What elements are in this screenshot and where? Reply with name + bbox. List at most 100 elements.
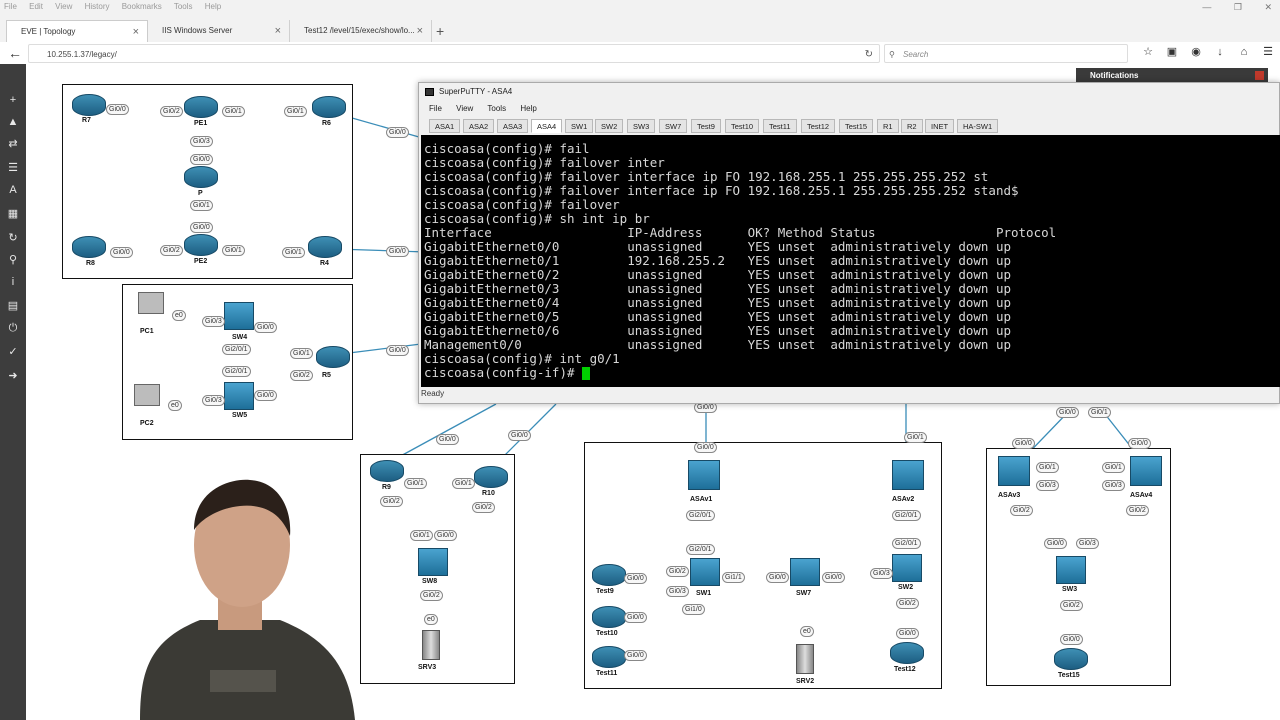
putty-menu-tools[interactable]: Tools <box>487 104 506 113</box>
device-label: SRV3 <box>418 664 437 671</box>
router-icon[interactable] <box>592 646 626 668</box>
port-label: Gi0/3 <box>1076 538 1099 549</box>
close-icon[interactable]: × <box>133 21 139 43</box>
putty-tab-ha-sw1[interactable]: HA-SW1 <box>957 119 999 133</box>
firewall-icon[interactable] <box>998 456 1030 486</box>
firewall-icon[interactable] <box>892 460 924 490</box>
router-icon[interactable] <box>184 234 218 256</box>
router-icon[interactable] <box>184 166 218 188</box>
home-icon[interactable]: ⌂ <box>1232 46 1256 58</box>
router-icon[interactable] <box>308 236 342 258</box>
router-icon[interactable] <box>316 346 350 368</box>
putty-title-bar[interactable]: SuperPuTTY - ASA4 <box>419 83 1280 101</box>
router-icon[interactable] <box>72 94 106 116</box>
server-icon[interactable] <box>422 630 440 660</box>
add-icon[interactable]: + <box>5 92 21 108</box>
reload-icon[interactable]: ↻ <box>865 45 873 64</box>
close-icon[interactable]: × <box>275 20 281 42</box>
switch-icon[interactable] <box>790 558 820 586</box>
putty-tab-test12[interactable]: Test12 <box>801 119 836 133</box>
router-icon[interactable] <box>592 564 626 586</box>
pc-icon[interactable] <box>134 384 160 406</box>
putty-tab-r2[interactable]: R2 <box>901 119 923 133</box>
menu-file[interactable]: File <box>4 2 17 11</box>
url-bar[interactable]: 10.255.1.37/legacy/ ↻ <box>28 44 880 63</box>
star-icon[interactable]: ☆ <box>1136 45 1160 58</box>
putty-tab-inet[interactable]: INET <box>925 119 955 133</box>
download-icon[interactable]: ↓ <box>1208 46 1232 58</box>
menu-tools[interactable]: Tools <box>174 2 193 11</box>
putty-tab-sw2[interactable]: SW2 <box>595 119 624 133</box>
router-icon[interactable] <box>592 606 626 628</box>
menu-view[interactable]: View <box>55 2 72 11</box>
switch-icon[interactable] <box>224 382 254 410</box>
putty-tab-asa2[interactable]: ASA2 <box>463 119 495 133</box>
tab-iis-windows-server[interactable]: IIS Windows Server × <box>148 20 290 42</box>
document-icon[interactable]: ▤ <box>5 298 21 314</box>
library-icon[interactable]: ▣ <box>1160 45 1184 58</box>
minimize-icon[interactable]: — <box>1202 2 1211 12</box>
back-arrow-icon[interactable]: ← <box>8 45 24 61</box>
putty-tab-asa1[interactable]: ASA1 <box>429 119 461 133</box>
nodes-icon[interactable]: ▲ <box>5 114 21 130</box>
networks-icon[interactable]: ⇄ <box>5 136 21 152</box>
putty-tab-sw3[interactable]: SW3 <box>627 119 656 133</box>
superputty-window[interactable]: SuperPuTTY - ASA4 File View Tools Help A… <box>418 82 1280 404</box>
firewall-icon[interactable] <box>688 460 720 490</box>
putty-tab-test9[interactable]: Test9 <box>691 119 721 133</box>
close-window-icon[interactable]: ✕ <box>1264 2 1272 12</box>
text-icon[interactable]: A <box>5 182 21 198</box>
putty-tab-sw1[interactable]: SW1 <box>565 119 594 133</box>
device-label: SW8 <box>422 578 438 585</box>
zoom-icon[interactable]: ⚲ <box>5 252 21 268</box>
router-icon[interactable] <box>1054 648 1088 670</box>
putty-tab-test10[interactable]: Test10 <box>725 119 760 133</box>
router-icon[interactable] <box>72 236 106 258</box>
putty-tab-r1[interactable]: R1 <box>877 119 899 133</box>
putty-menu-help[interactable]: Help <box>520 104 536 113</box>
pocket-icon[interactable]: ◉ <box>1184 45 1208 58</box>
tab-test12[interactable]: Test12 /level/15/exec/show/lo... × <box>290 20 432 42</box>
list-icon[interactable]: ☰ <box>5 160 21 176</box>
pc-icon[interactable] <box>138 292 164 314</box>
menu-help[interactable]: Help <box>205 2 221 11</box>
putty-tab-asa3[interactable]: ASA3 <box>497 119 529 133</box>
menu-bookmarks[interactable]: Bookmarks <box>122 2 162 11</box>
switch-icon[interactable] <box>1056 556 1086 584</box>
grid-icon[interactable]: ▦ <box>5 206 21 222</box>
putty-menu-view[interactable]: View <box>456 104 473 113</box>
status-icon[interactable]: ✓ <box>5 344 21 360</box>
new-tab-icon[interactable]: + <box>436 20 450 42</box>
terminal-line: ciscoasa(config)# failover interface ip … <box>424 169 989 184</box>
power-icon[interactable]: ⏻ <box>5 320 21 336</box>
router-icon[interactable] <box>370 460 404 482</box>
putty-menu-file[interactable]: File <box>429 104 442 113</box>
putty-tab-test15[interactable]: Test15 <box>839 119 874 133</box>
router-icon[interactable] <box>184 96 218 118</box>
putty-tab-test11[interactable]: Test11 <box>763 119 797 133</box>
menu-edit[interactable]: Edit <box>29 2 43 11</box>
terminal-line: ciscoasa(config)# failover interface ip … <box>424 183 1019 198</box>
router-icon[interactable] <box>312 96 346 118</box>
maximize-icon[interactable]: ❐ <box>1234 2 1242 12</box>
tab-eve-topology[interactable]: EVE | Topology × <box>6 20 148 42</box>
router-icon[interactable] <box>890 642 924 664</box>
switch-icon[interactable] <box>892 554 922 582</box>
logout-icon[interactable]: ➜ <box>5 368 21 384</box>
switch-icon[interactable] <box>418 548 448 576</box>
putty-tab-asa4[interactable]: ASA4 <box>531 119 563 133</box>
switch-icon[interactable] <box>224 302 254 330</box>
close-icon[interactable]: × <box>417 20 423 42</box>
putty-tab-sw7[interactable]: SW7 <box>659 119 688 133</box>
hamburger-menu-icon[interactable]: ☰ <box>1256 45 1280 58</box>
menu-history[interactable]: History <box>85 2 110 11</box>
switch-icon[interactable] <box>690 558 720 586</box>
refresh-icon[interactable]: ↻ <box>5 230 21 246</box>
firewall-icon[interactable] <box>1130 456 1162 486</box>
search-input[interactable]: ⚲ Search <box>884 44 1128 63</box>
router-icon[interactable] <box>474 466 508 488</box>
terminal-output[interactable]: ciscoasa(config)# fail ciscoasa(config)#… <box>421 135 1280 387</box>
close-icon[interactable] <box>1255 71 1264 80</box>
server-icon[interactable] <box>796 644 814 674</box>
info-icon[interactable]: i <box>5 274 21 290</box>
